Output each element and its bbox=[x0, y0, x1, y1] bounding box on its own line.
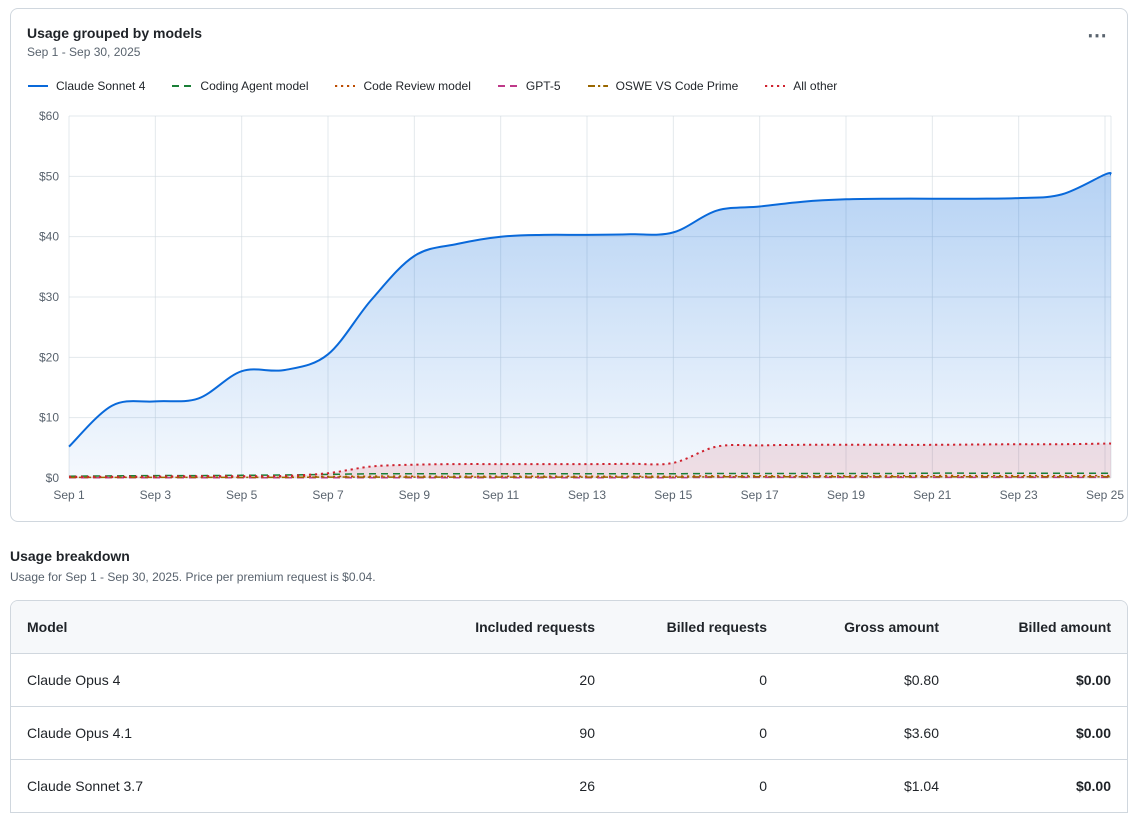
usage-chart: $0 $10 $20 $30 $40 $50 $60 Sep 1 Sep 3 Sep 5 Sep 7… bbox=[27, 109, 1111, 505]
table-cell: $0.80 bbox=[783, 654, 955, 707]
legend-label: OSWE VS Code Prime bbox=[616, 79, 739, 93]
table-row: Claude Opus 4.1900$3.60$0.00 bbox=[11, 707, 1127, 760]
table-cell: 0 bbox=[611, 707, 783, 760]
svg-text:$20: $20 bbox=[39, 350, 59, 364]
breakdown-subtitle: Usage for Sep 1 - Sep 30, 2025. Price pe… bbox=[10, 570, 1128, 584]
svg-text:Sep 5: Sep 5 bbox=[226, 488, 258, 502]
usage-table-body: Claude Opus 4200$0.80$0.00Claude Opus 4.… bbox=[11, 654, 1127, 813]
table-cell: $0.00 bbox=[955, 760, 1127, 813]
table-cell: $3.60 bbox=[783, 707, 955, 760]
legend-item: Claude Sonnet 4 bbox=[27, 79, 145, 93]
svg-text:Sep 7: Sep 7 bbox=[312, 488, 344, 502]
svg-text:Sep 13: Sep 13 bbox=[568, 488, 606, 502]
svg-text:$50: $50 bbox=[39, 169, 59, 183]
column-header: Model bbox=[11, 601, 439, 654]
usage-table-header: ModelIncluded requestsBilled requestsGro… bbox=[11, 601, 1127, 654]
svg-text:Sep 21: Sep 21 bbox=[913, 488, 951, 502]
table-cell: Claude Opus 4.1 bbox=[11, 707, 439, 760]
chart-date-range: Sep 1 - Sep 30, 2025 bbox=[27, 45, 1111, 59]
svg-text:$40: $40 bbox=[39, 230, 59, 244]
table-cell: 26 bbox=[439, 760, 611, 813]
table-cell: $0.00 bbox=[955, 707, 1127, 760]
table-cell: 0 bbox=[611, 760, 783, 813]
svg-text:Sep 23: Sep 23 bbox=[1000, 488, 1038, 502]
legend-line-swatch bbox=[334, 81, 356, 91]
svg-text:$10: $10 bbox=[39, 411, 59, 425]
column-header: Included requests bbox=[439, 601, 611, 654]
column-header: Billed requests bbox=[611, 601, 783, 654]
legend-item: Code Review model bbox=[334, 79, 470, 93]
usage-chart-svg: $0 $10 $20 $30 $40 $50 $60 Sep 1 Sep 3 Sep 5 Sep 7… bbox=[27, 109, 1111, 505]
table-cell: Claude Sonnet 3.7 bbox=[11, 760, 439, 813]
svg-text:$60: $60 bbox=[39, 109, 59, 123]
column-header: Billed amount bbox=[955, 601, 1127, 654]
legend-line-swatch bbox=[27, 81, 49, 91]
table-row: Claude Opus 4200$0.80$0.00 bbox=[11, 654, 1127, 707]
legend-label: All other bbox=[793, 79, 837, 93]
svg-text:Sep 15: Sep 15 bbox=[654, 488, 692, 502]
legend-line-swatch bbox=[764, 81, 786, 91]
legend-line-swatch bbox=[497, 81, 519, 91]
usage-breakdown-table: ModelIncluded requestsBilled requestsGro… bbox=[11, 601, 1127, 813]
svg-text:$30: $30 bbox=[39, 290, 59, 304]
usage-page: Usage grouped by models Sep 1 - Sep 30, … bbox=[0, 0, 1137, 813]
legend-item: GPT-5 bbox=[497, 79, 561, 93]
legend-label: GPT-5 bbox=[526, 79, 561, 93]
table-cell: Claude Opus 4 bbox=[11, 654, 439, 707]
svg-text:Sep 25: Sep 25 bbox=[1086, 488, 1124, 502]
legend-label: Coding Agent model bbox=[200, 79, 308, 93]
table-cell: 20 bbox=[439, 654, 611, 707]
header-row: ModelIncluded requestsBilled requestsGro… bbox=[11, 601, 1127, 654]
table-cell: $1.04 bbox=[783, 760, 955, 813]
svg-text:Sep 19: Sep 19 bbox=[827, 488, 865, 502]
table-cell: $0.00 bbox=[955, 654, 1127, 707]
usage-chart-card: Usage grouped by models Sep 1 - Sep 30, … bbox=[10, 8, 1128, 522]
legend-item: OSWE VS Code Prime bbox=[587, 79, 739, 93]
legend-line-swatch bbox=[171, 81, 193, 91]
column-header: Gross amount bbox=[783, 601, 955, 654]
legend-line-swatch bbox=[587, 81, 609, 91]
svg-text:Sep 17: Sep 17 bbox=[741, 488, 779, 502]
legend-item: Coding Agent model bbox=[171, 79, 308, 93]
breakdown-title: Usage breakdown bbox=[10, 548, 1128, 564]
svg-text:Sep 1: Sep 1 bbox=[53, 488, 85, 502]
table-cell: 90 bbox=[439, 707, 611, 760]
legend-item: All other bbox=[764, 79, 837, 93]
chart-title: Usage grouped by models bbox=[27, 25, 1111, 41]
svg-text:$0: $0 bbox=[46, 471, 60, 485]
kebab-menu-icon: ⋯ bbox=[1087, 25, 1107, 47]
chart-legend: Claude Sonnet 4 Coding Agent model Code Re… bbox=[27, 79, 1111, 93]
legend-label: Claude Sonnet 4 bbox=[56, 79, 145, 93]
table-cell: 0 bbox=[611, 654, 783, 707]
svg-text:Sep 9: Sep 9 bbox=[399, 488, 431, 502]
usage-breakdown-table-card: ModelIncluded requestsBilled requestsGro… bbox=[10, 600, 1128, 813]
legend-label: Code Review model bbox=[363, 79, 470, 93]
table-row: Claude Sonnet 3.7260$1.04$0.00 bbox=[11, 760, 1127, 813]
svg-text:Sep 11: Sep 11 bbox=[482, 488, 519, 502]
svg-text:Sep 3: Sep 3 bbox=[140, 488, 172, 502]
chart-options-button[interactable]: ⋯ bbox=[1083, 27, 1111, 45]
